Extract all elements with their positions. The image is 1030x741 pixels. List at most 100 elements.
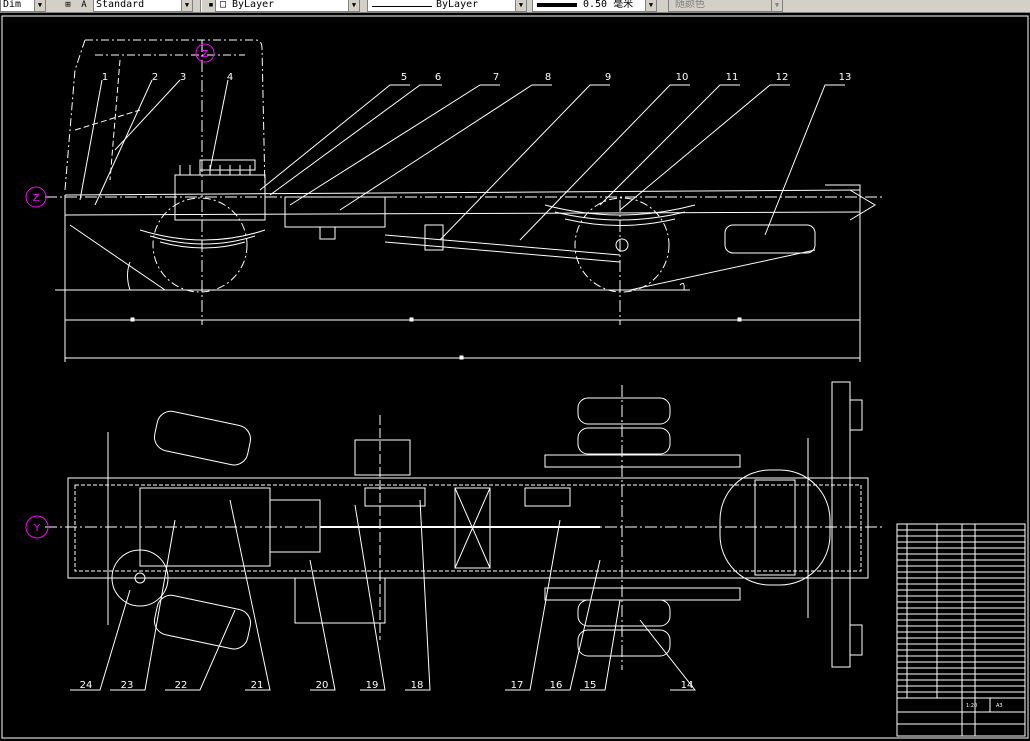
lineweight-value: 0.50 毫米 — [583, 0, 634, 10]
engine-cover — [199, 159, 256, 171]
fuel-tank-plan — [294, 577, 386, 624]
departure-angle-line — [629, 249, 816, 291]
title-block-sheet: A3 — [996, 703, 1003, 709]
callout-label: 11 — [726, 72, 739, 83]
axis-bubble-label: Y — [33, 523, 41, 534]
leader-24 — [70, 589, 131, 691]
callout-label: 23 — [121, 680, 134, 691]
leader-18 — [405, 499, 431, 691]
textstyle-combo[interactable]: Standard ▼ — [93, 0, 193, 12]
dimension-text-mark — [130, 317, 135, 322]
axis-bubble-label: Z — [202, 49, 209, 60]
leader-1 — [79, 79, 103, 201]
rear-spring-right-plan — [544, 587, 741, 601]
callout-label: 19 — [366, 680, 379, 691]
fuse-box — [354, 439, 411, 476]
linetype-value: ByLayer — [436, 0, 479, 10]
gearbox-mount — [319, 226, 336, 240]
chevron-down-icon[interactable]: ▼ — [181, 0, 192, 11]
callout-label: 10 — [676, 72, 689, 83]
properties-toolbar: Dim ▼ ⊞ A Standard ▼ ▪ □ ByLayer ▼ ByLay… — [0, 0, 1030, 13]
departure-angle-arc — [679, 282, 685, 291]
callout-label: 4 — [227, 72, 233, 83]
side-view — [45, 39, 885, 362]
textstyle-value: Standard — [96, 0, 145, 10]
callout-label: 15 — [584, 680, 597, 691]
plotstyle-combo: 随颜色 ▼ — [668, 0, 783, 12]
chevron-down-icon[interactable]: ▼ — [645, 0, 656, 11]
drawing-canvas[interactable]: Z Z Y 1 2 3 4 5 6 7 8 9 10 11 12 13 24 2… — [0, 13, 1030, 741]
title-block — [896, 523, 1026, 737]
callout-label: 7 — [493, 72, 499, 83]
rear-hub — [615, 238, 629, 252]
dimension-text-mark — [459, 355, 464, 360]
leader-23 — [110, 519, 176, 691]
color-combo[interactable]: □ ByLayer ▼ — [215, 0, 360, 12]
spare-tank — [724, 224, 816, 254]
callout-label: 6 — [435, 72, 441, 83]
callout-label: 18 — [411, 680, 424, 691]
lineweight-combo[interactable]: 0.50 毫米 ▼ — [532, 0, 657, 12]
callout-label: 1 — [102, 72, 108, 83]
plotstyle-value: 随颜色 — [675, 0, 705, 10]
callout-label: 5 — [401, 72, 407, 83]
callout-label: 9 — [605, 72, 611, 83]
lineweight-preview — [537, 3, 577, 7]
title-block-frame — [896, 523, 1026, 737]
leader-6 — [269, 84, 442, 196]
tool-box-plan — [524, 487, 571, 507]
callout-label: 13 — [839, 72, 852, 83]
callout-label: 22 — [175, 680, 188, 691]
rear-bumper-plan — [831, 381, 851, 668]
chevron-down-icon[interactable]: ▼ — [348, 0, 359, 11]
toolbar-separator — [200, 0, 202, 12]
axis-bubbles: Z Z Y — [25, 43, 215, 539]
axis-bubble-label: Z — [33, 193, 40, 204]
callout-label: 16 — [550, 680, 563, 691]
textstyle-icon: A — [81, 0, 87, 10]
callout-labels: 1 2 3 4 5 6 7 8 9 10 11 12 13 24 23 22 2… — [80, 72, 852, 691]
front-left-wheel-plan — [153, 410, 252, 466]
callout-label: 12 — [776, 72, 789, 83]
leader-4 — [209, 79, 229, 171]
leader-15 — [580, 599, 621, 691]
color-swatch-icon: □ — [220, 0, 227, 10]
leader-8 — [339, 84, 552, 211]
dimstyle-value: Dim — [3, 0, 22, 10]
dimstyle-combo[interactable]: Dim ▼ — [0, 0, 46, 12]
frame-rail-bottom — [64, 211, 861, 216]
front-right-wheel-plan — [153, 594, 252, 650]
title-block-text: 1:20 A3 — [966, 703, 1003, 709]
callout-label: 14 — [681, 680, 694, 691]
leader-2 — [94, 79, 153, 206]
leader-17 — [505, 519, 561, 691]
dimension-text-mark — [737, 317, 742, 322]
callout-label: 24 — [80, 680, 93, 691]
linetype-preview — [372, 6, 432, 7]
callout-label: 2 — [152, 72, 158, 83]
chevron-down-icon[interactable]: ▼ — [515, 0, 526, 11]
rear-spring-left-plan — [544, 454, 741, 468]
leader-16 — [545, 559, 601, 691]
callout-label: 21 — [251, 680, 264, 691]
color-value: ByLayer — [232, 0, 275, 10]
frame-rail-top — [64, 189, 861, 196]
gearbox — [284, 196, 386, 228]
rear-wheel — [574, 197, 670, 293]
dimstyle-manager-icon[interactable]: ⊞ — [62, 0, 74, 11]
dimension-text-mark — [409, 317, 414, 322]
rear-left-wheel-inner — [577, 427, 671, 455]
callout-label: 17 — [511, 680, 524, 691]
rear-right-wheel-outer — [577, 629, 671, 657]
rear-left-wheel-outer — [577, 397, 671, 425]
plan-view — [45, 381, 885, 691]
battery-plan — [364, 487, 426, 507]
linetype-combo[interactable]: ByLayer ▼ — [367, 0, 527, 12]
title-block-scale: 1:20 — [966, 703, 977, 709]
chevron-down-icon: ▼ — [771, 0, 782, 11]
chevron-down-icon[interactable]: ▼ — [34, 0, 45, 11]
leader-11 — [599, 84, 740, 206]
leader-22 — [165, 609, 236, 691]
rear-right-wheel-inner — [577, 599, 671, 627]
cab-outline — [64, 39, 266, 191]
